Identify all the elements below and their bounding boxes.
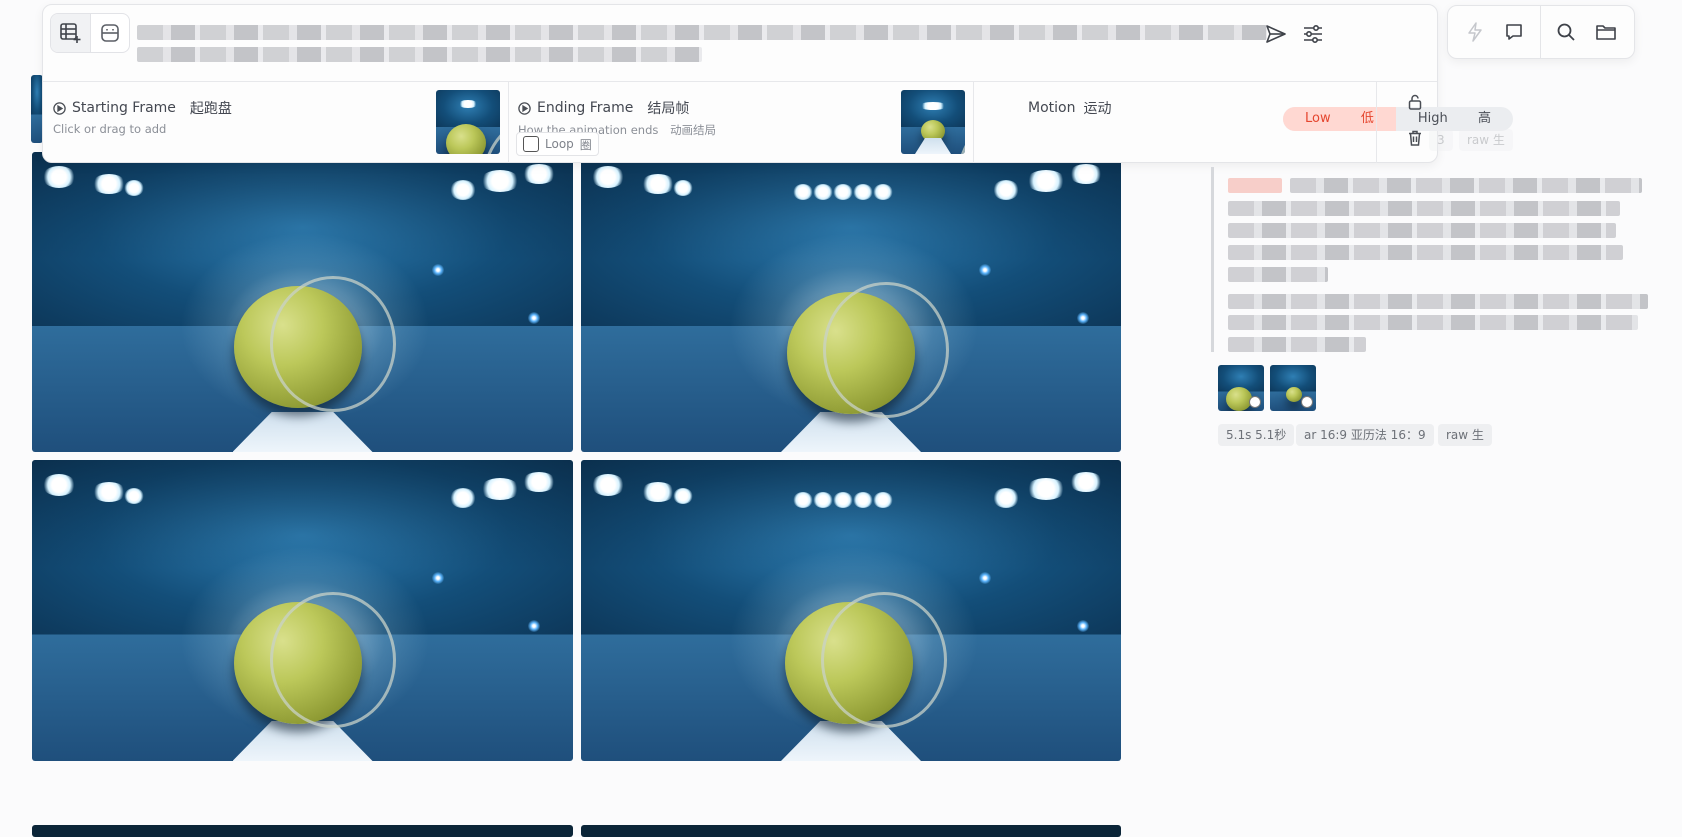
- motion-label-cn: 运动: [1083, 101, 1112, 117]
- portrait-icon[interactable]: [91, 14, 130, 52]
- result-image-2[interactable]: [581, 152, 1121, 452]
- sliders-icon[interactable]: [1298, 19, 1328, 49]
- ending-frame-hint-cn: 动画结局: [670, 123, 717, 137]
- prompt-quote-bar: [1211, 167, 1214, 352]
- motion-low-label: Low: [1305, 111, 1331, 126]
- loop-checkbox[interactable]: Loop 圈: [516, 132, 599, 156]
- prompt-bar: Starting Frame 起跑盘 Click or drag to add …: [42, 4, 1514, 163]
- send-icon[interactable]: [1261, 19, 1291, 49]
- ending-frame-label-cn: 结局帧: [647, 101, 690, 117]
- frames-row: Starting Frame 起跑盘 Click or drag to add …: [43, 81, 1514, 163]
- prompt-text[interactable]: [137, 25, 1359, 71]
- trash-icon[interactable]: [1404, 124, 1426, 152]
- aspect-ratio-tag[interactable]: ar 16:9 亚历法 16：9: [1296, 424, 1434, 446]
- ending-frame-thumbnail[interactable]: [901, 90, 965, 154]
- search-icon[interactable]: [1551, 17, 1581, 47]
- loop-label-cn: 圈: [579, 137, 592, 152]
- folder-icon[interactable]: [1591, 17, 1621, 47]
- right-toolbar: [1447, 5, 1635, 59]
- motion-high-label-cn: 高: [1478, 111, 1492, 126]
- starting-frame-label: Starting Frame: [72, 100, 176, 116]
- image-add-icon[interactable]: [51, 14, 91, 52]
- result-image-3[interactable]: [32, 460, 573, 761]
- play-circle-icon: [1249, 396, 1261, 408]
- job-prompt-text[interactable]: [1228, 176, 1648, 354]
- result-image-4[interactable]: [581, 460, 1121, 761]
- play-circle-icon: [53, 101, 66, 115]
- previous-job-tag: raw 生: [1459, 129, 1513, 151]
- starting-frame-thumbnail[interactable]: [436, 90, 500, 154]
- mode-toggle[interactable]: [50, 13, 130, 53]
- motion-label: Motion: [1028, 100, 1076, 116]
- start-frame-mini[interactable]: [1218, 365, 1264, 411]
- lightning-icon[interactable]: [1460, 17, 1490, 47]
- starting-frame-cell[interactable]: Starting Frame 起跑盘 Click or drag to add: [43, 82, 509, 163]
- checkbox-icon[interactable]: [523, 136, 539, 152]
- starting-frame-label-cn: 起跑盘: [189, 101, 232, 117]
- ending-frame-label: Ending Frame: [537, 100, 634, 116]
- toolbar-divider: [1540, 6, 1541, 58]
- end-frame-mini[interactable]: [1270, 365, 1316, 411]
- play-circle-icon: [1301, 396, 1313, 408]
- chat-icon[interactable]: [1499, 17, 1529, 47]
- play-circle-icon: [518, 101, 531, 115]
- result-image-6[interactable]: [581, 825, 1121, 837]
- previous-job-tag: 3: [1429, 129, 1453, 151]
- lock-open-icon[interactable]: [1404, 88, 1426, 116]
- ending-frame-cell[interactable]: Ending Frame 结局帧 How the animation ends …: [508, 82, 974, 163]
- style-raw-tag[interactable]: raw 生: [1438, 424, 1492, 446]
- duration-tag[interactable]: 5.1s 5.1秒: [1218, 424, 1295, 446]
- result-image-1[interactable]: [32, 152, 573, 452]
- loop-label: Loop: [545, 137, 574, 151]
- result-image-5[interactable]: [32, 825, 573, 837]
- starting-frame-hint: Click or drag to add: [53, 122, 167, 136]
